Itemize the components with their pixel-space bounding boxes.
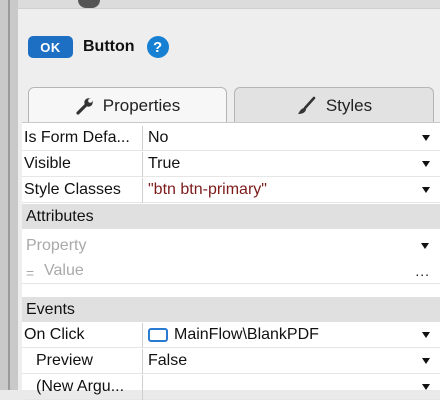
ok-button-badge: OK <box>28 36 73 58</box>
attribute-value-row[interactable]: Value ... <box>22 259 440 284</box>
property-row-on-click[interactable]: On Click MainFlow\BlankPDF <box>22 322 440 348</box>
new-argument-dropdown[interactable] <box>148 384 440 390</box>
chevron-down-icon[interactable] <box>422 332 430 338</box>
widget-header: OK Button ? <box>28 34 169 60</box>
chevron-down-icon[interactable] <box>422 358 430 364</box>
chevron-down-icon[interactable] <box>422 161 430 167</box>
left-gutter <box>0 0 18 390</box>
top-scroll-strip <box>18 0 440 9</box>
column-divider <box>142 374 143 400</box>
property-label: Visible <box>24 155 71 172</box>
wrench-icon <box>75 96 95 116</box>
screen-flow-icon <box>148 328 168 342</box>
is-form-default-dropdown[interactable]: No <box>148 129 440 147</box>
gutter-divider <box>8 0 10 390</box>
attribute-value-input[interactable]: Value <box>22 262 84 280</box>
chevron-down-icon[interactable] <box>422 384 430 390</box>
property-label: Style Classes <box>24 181 121 198</box>
section-events: Events <box>22 297 440 322</box>
chevron-down-icon[interactable] <box>422 135 430 141</box>
chevron-down-icon[interactable] <box>421 242 429 249</box>
column-divider <box>142 322 143 348</box>
scroll-knob[interactable] <box>78 0 100 8</box>
tab-styles[interactable]: Styles <box>234 87 434 123</box>
properties-grid: Is Form Defa... No Visible True Style Cl… <box>22 122 440 400</box>
widget-title: Button <box>83 38 135 55</box>
brush-icon <box>296 96 318 116</box>
property-label: (New Argu... <box>36 378 125 395</box>
property-label: Is Form Defa... <box>24 129 130 146</box>
property-value: False <box>148 352 188 369</box>
attribute-property-row[interactable]: Property <box>22 233 440 258</box>
visible-dropdown[interactable]: True <box>148 155 440 173</box>
column-divider <box>142 151 143 177</box>
column-divider <box>142 348 143 374</box>
attribute-value-ellipsis-button[interactable]: ... <box>415 263 430 279</box>
style-classes-dropdown[interactable]: "btn btn-primary" <box>148 181 440 199</box>
properties-panel: OK Button ? Properties Styles Is Form De… <box>18 0 440 400</box>
tab-styles-label: Styles <box>325 95 373 115</box>
property-row-new-argument[interactable]: (New Argu... <box>22 374 440 400</box>
chevron-down-icon[interactable] <box>422 187 430 193</box>
property-row-visible[interactable]: Visible True <box>22 151 440 177</box>
property-row-preview[interactable]: Preview False <box>22 348 440 374</box>
tab-properties[interactable]: Properties <box>28 87 227 123</box>
property-row-is-form-default[interactable]: Is Form Defa... No <box>22 125 440 151</box>
preview-dropdown[interactable]: False <box>148 352 440 370</box>
attribute-property-input[interactable]: Property <box>22 237 86 255</box>
property-value: True <box>148 155 181 172</box>
property-value: No <box>148 129 169 146</box>
column-divider <box>142 125 143 151</box>
tab-properties-label: Properties <box>102 95 181 115</box>
on-click-dropdown[interactable]: MainFlow\BlankPDF <box>148 326 440 344</box>
property-row-style-classes[interactable]: Style Classes "btn btn-primary" <box>22 177 440 203</box>
help-icon[interactable]: ? <box>146 36 169 58</box>
column-divider <box>142 177 143 203</box>
property-value: MainFlow\BlankPDF <box>174 326 319 343</box>
property-label: On Click <box>24 326 85 343</box>
section-attributes: Attributes <box>22 204 440 229</box>
property-label: Preview <box>36 352 93 369</box>
property-value: "btn btn-primary" <box>148 181 267 198</box>
